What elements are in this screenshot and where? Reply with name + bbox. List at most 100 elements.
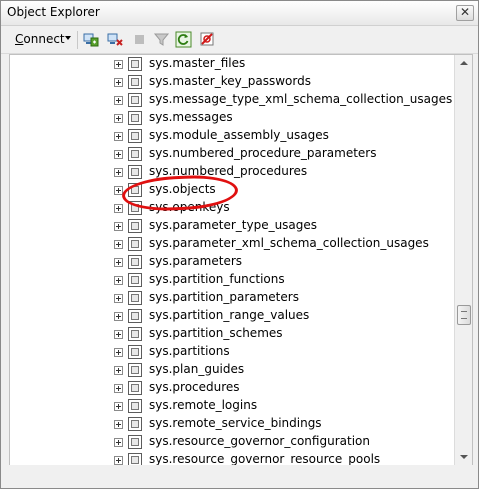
system-view-icon [128,57,142,71]
system-view-icon [128,399,142,413]
toolbar-separator [77,31,78,49]
filter-icon[interactable] [153,31,170,48]
tree-node[interactable]: sys.partitions [10,343,450,361]
expand-plus-icon[interactable] [114,366,123,375]
expand-plus-icon[interactable] [114,186,123,195]
close-button[interactable]: ✕ [456,5,474,21]
tree-node-label: sys.parameters [149,254,243,268]
window-title: Object Explorer [7,5,100,19]
tree-node-label: sys.partition_range_values [149,308,310,322]
tree-node[interactable]: sys.partition_functions [10,271,450,289]
expand-plus-icon[interactable] [114,240,123,249]
expand-plus-icon[interactable] [114,132,123,141]
tree-node[interactable]: sys.partition_parameters [10,289,450,307]
tree-node-label: sys.master_key_passwords [149,74,311,88]
expand-plus-icon[interactable] [114,150,123,159]
expand-plus-icon[interactable] [114,258,123,267]
expand-plus-icon[interactable] [114,222,123,231]
tree-node[interactable]: sys.plan_guides [10,361,450,379]
scroll-down-button[interactable] [455,448,472,465]
expand-plus-icon[interactable] [114,456,123,465]
system-view-icon [128,129,142,143]
expand-plus-icon[interactable] [114,60,123,69]
tree-node[interactable]: sys.messages [10,109,450,127]
refresh-icon[interactable] [175,31,192,48]
tree-node[interactable]: sys.parameter_type_usages [10,217,450,235]
tree-node[interactable]: sys.parameter_xml_schema_collection_usag… [10,235,450,253]
chevron-down-icon[interactable] [65,36,71,40]
system-view-icon [128,291,142,305]
object-explorer-window: Object Explorer ✕ Connect sys.master_fil… [0,0,479,489]
object-tree[interactable]: sys.master_files sys.master_key_passwords… [9,54,473,466]
tree-node-label: sys.messages [149,110,233,124]
system-view-icon [128,75,142,89]
tree-node-label: sys.partitions [149,344,230,358]
disconnect-icon[interactable] [107,31,124,48]
expand-plus-icon[interactable] [114,114,123,123]
tree-node[interactable]: sys.resource_governor_configuration [10,433,450,451]
tree-node-label: sys.partition_functions [149,272,285,286]
tree-node[interactable]: sys.resource_governor_resource_pools [10,451,450,465]
tree-node[interactable]: sys.openkeys [10,199,450,217]
expand-plus-icon[interactable] [114,276,123,285]
system-view-icon [128,237,142,251]
expand-plus-icon[interactable] [114,330,123,339]
expand-plus-icon[interactable] [114,96,123,105]
system-view-icon [128,201,142,215]
tree-node-label: sys.partition_schemes [149,326,283,340]
tree-node-label: sys.plan_guides [149,362,245,376]
tree-node-label: sys.procedures [149,380,240,394]
status-bar [1,465,478,488]
scroll-thumb[interactable] [457,305,471,325]
tree-node-label: sys.message_type_xml_schema_collection_u… [149,92,453,106]
tree-node[interactable]: sys.objects [10,181,450,199]
tree-node[interactable]: sys.message_type_xml_schema_collection_u… [10,91,453,109]
expand-plus-icon[interactable] [114,294,123,303]
tree-node-label: sys.resource_governor_configuration [149,434,370,448]
expand-plus-icon[interactable] [114,420,123,429]
expand-plus-icon[interactable] [114,384,123,393]
vertical-scrollbar[interactable] [454,55,472,465]
tree-node[interactable]: sys.partition_range_values [10,307,450,325]
tree-node[interactable]: sys.partition_schemes [10,325,450,343]
tree-node[interactable]: sys.remote_service_bindings [10,415,450,433]
activity-monitor-icon[interactable] [199,31,216,48]
tree-node-label: sys.numbered_procedure_parameters [149,146,377,160]
expand-plus-icon[interactable] [114,348,123,357]
tree-node[interactable]: sys.master_files [10,55,450,73]
system-view-icon [128,165,142,179]
expand-plus-icon[interactable] [114,168,123,177]
system-view-icon [128,93,142,107]
close-icon: ✕ [460,5,471,19]
tree-node[interactable]: sys.module_assembly_usages [10,127,450,145]
tree-node[interactable]: sys.parameters [10,253,450,271]
expand-plus-icon[interactable] [114,312,123,321]
system-view-icon [128,273,142,287]
stop-icon[interactable] [131,31,148,48]
tree-node-label: sys.remote_service_bindings [149,416,322,430]
system-view-icon [128,435,142,449]
tree-node[interactable]: sys.numbered_procedure_parameters [10,145,450,163]
tree-node[interactable]: sys.numbered_procedures [10,163,450,181]
system-view-icon [128,309,142,323]
expand-plus-icon[interactable] [114,204,123,213]
connect-dropdown[interactable]: Connect [15,32,65,46]
system-view-icon [128,147,142,161]
expand-plus-icon[interactable] [114,78,123,87]
system-view-icon [128,327,142,341]
connect-object-explorer-icon[interactable] [83,31,100,48]
system-view-icon [128,345,142,359]
tree-node-label: sys.openkeys [149,200,230,214]
tree-node-label: sys.remote_logins [149,398,258,412]
tree-node[interactable]: sys.master_key_passwords [10,73,450,91]
tree-node-label: sys.parameter_xml_schema_collection_usag… [149,236,429,250]
tree-node[interactable]: sys.remote_logins [10,397,450,415]
expand-plus-icon[interactable] [114,438,123,447]
connect-label: onnect [23,32,65,46]
tree-node[interactable]: sys.procedures [10,379,450,397]
scroll-up-button[interactable] [455,55,472,72]
title-bar[interactable]: Object Explorer ✕ [1,1,478,26]
toolbar: Connect [1,26,478,54]
tree-node-label: sys.module_assembly_usages [149,128,329,142]
expand-plus-icon[interactable] [114,402,123,411]
